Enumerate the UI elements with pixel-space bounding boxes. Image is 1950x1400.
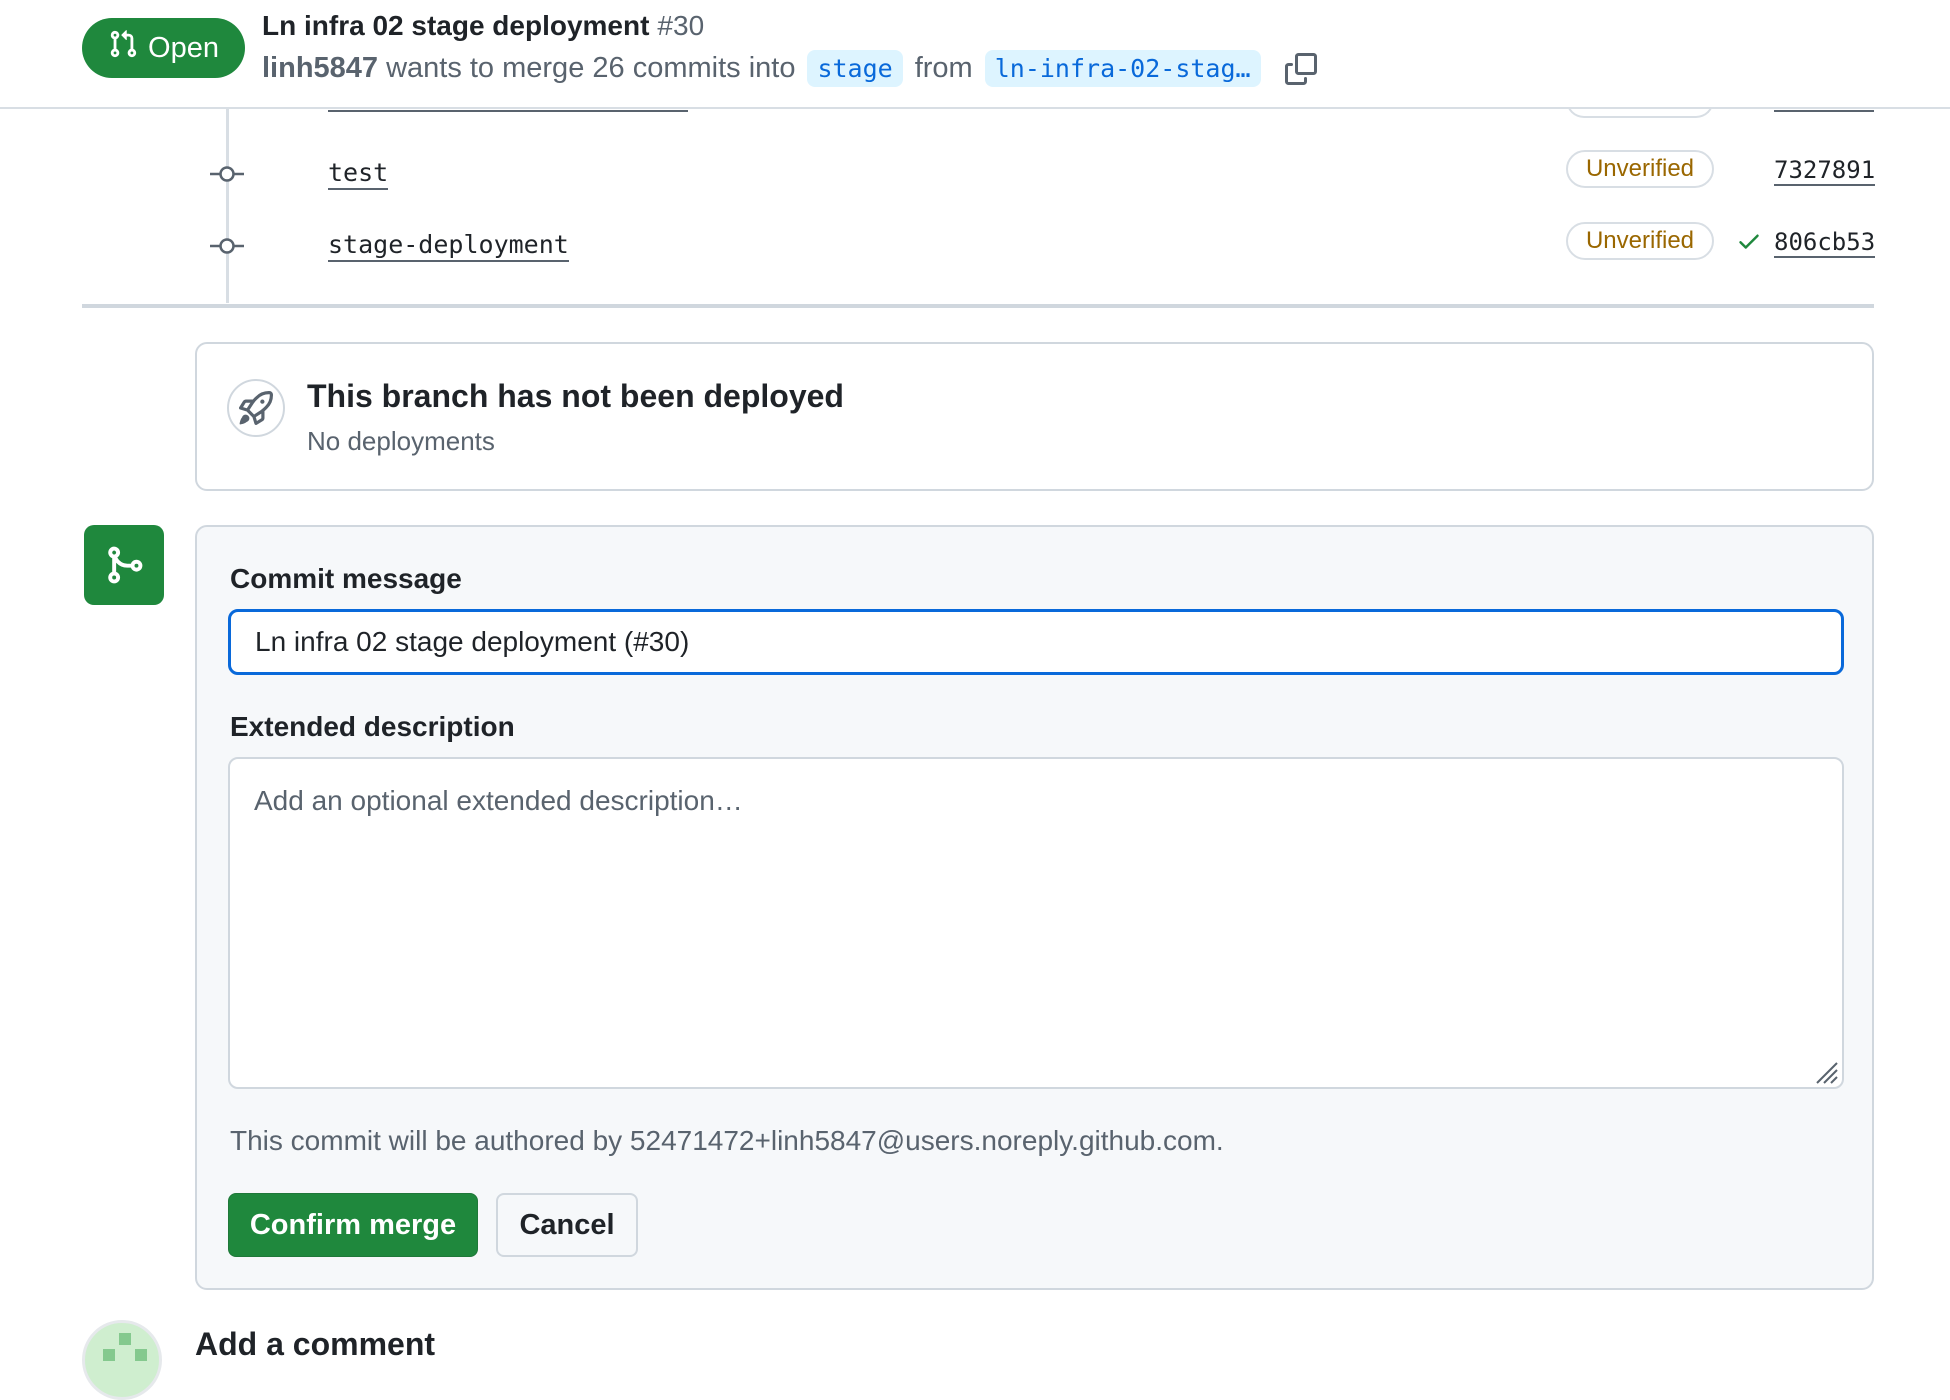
- rocket-icon: [227, 379, 285, 437]
- deployment-title: This branch has not been deployed: [307, 378, 844, 414]
- extended-description-textarea[interactable]: [228, 757, 1844, 1089]
- pull-request-icon: [108, 28, 138, 68]
- commit-timeline-line: [226, 107, 229, 303]
- git-commit-icon: [210, 236, 244, 261]
- unverified-badge[interactable]: Unverified: [1566, 222, 1714, 260]
- pr-sticky-header: Open Ln infra 02 stage deployment #30 lin…: [0, 0, 1950, 109]
- pr-state-badge: Open: [82, 18, 245, 78]
- head-branch-chip[interactable]: ln-infra-02-stag…: [984, 50, 1261, 87]
- pr-title-text: Ln infra 02 stage deployment: [262, 10, 650, 41]
- pr-author-link[interactable]: linh5847: [262, 52, 378, 85]
- partial-commit-link[interactable]: [328, 110, 688, 112]
- from-text: from: [914, 52, 973, 84]
- commit-message-link[interactable]: stage-deployment: [328, 230, 569, 262]
- copy-icon[interactable]: [1284, 52, 1317, 85]
- commit-author-note: This commit will be authored by 52471472…: [230, 1125, 1224, 1156]
- pr-state-label: Open: [148, 31, 219, 64]
- merge-form: Commit message Extended description This…: [195, 525, 1874, 1290]
- cancel-button[interactable]: Cancel: [496, 1193, 638, 1257]
- deployment-subtitle: No deployments: [307, 426, 495, 456]
- extended-description-label: Extended description: [230, 711, 515, 742]
- merge-text: wants to merge 26 commits into: [386, 52, 796, 84]
- deployment-status-box: This branch has not been deployed No dep…: [195, 342, 1874, 491]
- pr-title: Ln infra 02 stage deployment #30: [262, 10, 704, 42]
- git-merge-icon: [84, 525, 164, 605]
- timeline-divider: [82, 304, 1874, 308]
- commit-row: stage-deployment Unverified 806cb53: [0, 222, 1950, 272]
- check-icon[interactable]: [1736, 228, 1762, 259]
- commit-sha-link[interactable]: 7327891: [1774, 156, 1876, 186]
- commit-sha-link[interactable]: 806cb53: [1774, 228, 1876, 258]
- add-comment-heading: Add a comment: [195, 1326, 436, 1362]
- unverified-badge[interactable]: Unverified: [1566, 150, 1714, 188]
- resize-handle-icon[interactable]: [1813, 1059, 1839, 1090]
- pr-merge-summary: linh5847 wants to merge 26 commits into …: [262, 50, 1317, 87]
- pr-number: #30: [657, 10, 705, 41]
- partial-commit-sha[interactable]: [1774, 110, 1874, 112]
- avatar: [82, 1320, 162, 1400]
- git-commit-icon: [210, 164, 244, 189]
- base-branch-chip[interactable]: stage: [807, 50, 903, 87]
- commit-message-input[interactable]: [228, 609, 1844, 675]
- confirm-merge-button[interactable]: Confirm merge: [228, 1193, 478, 1257]
- commit-row: test Unverified 7327891: [0, 150, 1950, 200]
- commit-message-link[interactable]: test: [328, 158, 389, 190]
- commit-message-label: Commit message: [230, 563, 462, 594]
